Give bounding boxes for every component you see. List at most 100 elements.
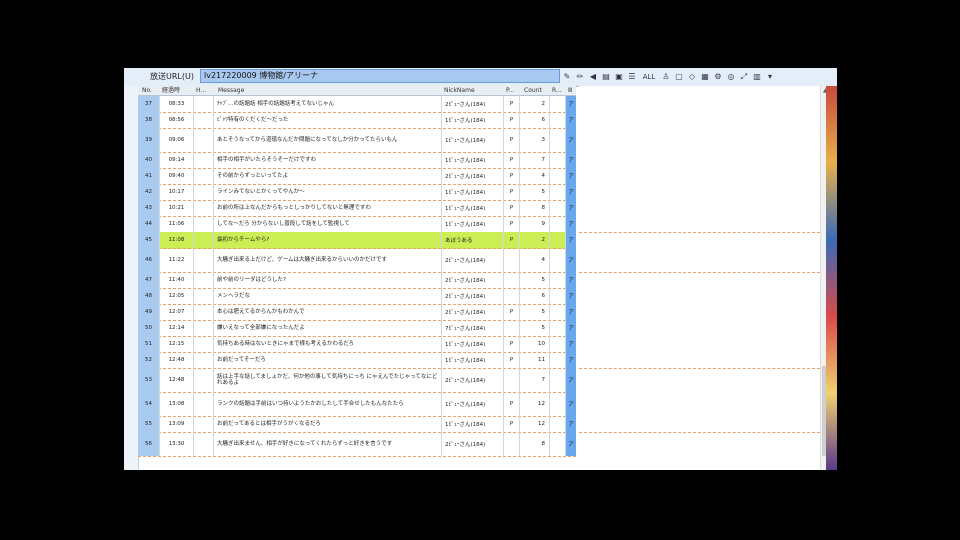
table-row[interactable]: 50 12:14 嫌いえなって全部嫌になったんだよ 7ﾋﾟｭｰさん(184) 5 ア	[138, 320, 576, 337]
row-no: 37	[138, 96, 160, 112]
user-icon[interactable]: ♙	[661, 70, 671, 84]
row-time: 12:07	[160, 304, 194, 320]
row-no: 40	[138, 152, 160, 168]
speaker-icon[interactable]: ◀	[588, 70, 598, 84]
row-premium: P	[504, 184, 520, 200]
col-header-time[interactable]: 経過時	[162, 86, 180, 95]
row-h	[194, 128, 214, 152]
row-no: 43	[138, 200, 160, 216]
table-row[interactable]: 53 12:48 話は上手な話してましょかだ、何か他の事して気持ちにっち にゃえんで…	[138, 368, 576, 393]
window-icon[interactable]: ▢	[674, 70, 684, 84]
col-header-r[interactable]: R...	[552, 86, 562, 95]
gear-icon[interactable]: ⚙	[713, 70, 723, 84]
grid-header: No. 経過時 H... Message NickName P... Count…	[138, 86, 576, 96]
row-r	[550, 352, 566, 368]
row-message: ラインみてないとかくってやんか〜	[214, 184, 442, 200]
row-nickname: 1ﾋﾟｭｰさん(184)	[442, 216, 504, 232]
row-count: 7	[520, 152, 550, 168]
col-header-h[interactable]: H...	[196, 86, 206, 95]
divider	[579, 232, 820, 233]
table-row[interactable]: 54 13:08 ランクの話題は手前はいつ持いようたかおしたして手合せしたもんなたた…	[138, 392, 576, 417]
col-header-p[interactable]: P...	[506, 86, 514, 95]
row-nickname: 1ﾋﾟｭｰさん(184)	[442, 336, 504, 352]
row-nickname: 2ﾋﾟｭｰさん(184)	[442, 288, 504, 304]
table-row[interactable]: 37 08:33 ﾁｬﾌﾞ…の話題話 相手の話題話考えてないじゃん 2ﾋﾟｭｰさん(1…	[138, 96, 576, 113]
row-time: 11:40	[160, 272, 194, 288]
col-header-no[interactable]: No.	[142, 86, 152, 95]
row-count: 8	[520, 200, 550, 216]
table-row[interactable]: 47 11:40 前や前のリーダはどうした? 2ﾋﾟｭｰさん(184) 5 ア	[138, 272, 576, 289]
column-icon[interactable]: ▥	[752, 70, 762, 84]
table-row[interactable]: 38 08:56 ﾋﾟｬﾂ特有のくだくだ〜だった 1ﾋﾟｭｰさん(184) P 6 ア	[138, 112, 576, 129]
row-nickname: 2ﾋﾟｭｰさん(184)	[442, 432, 504, 456]
table-row[interactable]: 40 09:14 相手の相手がいたらそうそーだけですわ 1ﾋﾟｭｰさん(184) P 7 ア	[138, 152, 576, 169]
row-nickname: 2ﾋﾟｭｰさん(184)	[442, 304, 504, 320]
row-count: 12	[520, 392, 550, 416]
row-message: その前からずっといってたよ	[214, 168, 442, 184]
table-row[interactable]: 55 13:09 お前だってあるとは相手がうがくなるだろ 1ﾋﾟｭｰさん(184) P 1…	[138, 416, 576, 433]
pen-icon[interactable]: ✎	[562, 70, 572, 84]
table-row[interactable]: 43 10:21 お前の所は上なんだからもっとしっかりしてないと無理ですわ 1ﾋﾟｭｰ…	[138, 200, 576, 217]
row-flag: ア	[566, 184, 576, 200]
row-nickname: 1ﾋﾟｭｰさん(184)	[442, 112, 504, 128]
row-nickname: あぼうある	[442, 232, 504, 248]
col-header-nickname[interactable]: NickName	[444, 86, 475, 95]
row-message: 相手の相手がいたらそうそーだけですわ	[214, 152, 442, 168]
expand-icon[interactable]: ⤢	[739, 70, 749, 84]
all-button[interactable]: ALL	[640, 70, 658, 84]
table-row[interactable]: 51 12:15 気持ちある時はないときにゃまで様も考えるかわるだろ 1ﾋﾟｭｰさん(…	[138, 336, 576, 353]
row-count: 5	[520, 184, 550, 200]
table-row[interactable]: 41 09:40 その前からずっといってたよ 2ﾋﾟｭｰさん(184) P 4 ア	[138, 168, 576, 185]
row-nickname: 1ﾋﾟｭｰさん(184)	[442, 200, 504, 216]
list-icon[interactable]: ☰	[627, 70, 637, 84]
table-row[interactable]: 48 12:05 メンヘラだな 2ﾋﾟｭｰさん(184) 6 ア	[138, 288, 576, 305]
grid-icon[interactable]: ▦	[700, 70, 710, 84]
row-no: 46	[138, 248, 160, 272]
row-h	[194, 288, 214, 304]
table-row[interactable]: 45 11:08 最初からチームやら? あぼうある P 2 ア	[138, 232, 576, 249]
pencil-icon[interactable]: ✏	[575, 70, 585, 84]
target-icon[interactable]: ◎	[726, 70, 736, 84]
row-message: お前だってそーだろ	[214, 352, 442, 368]
row-r	[550, 416, 566, 432]
row-premium	[504, 320, 520, 336]
row-time: 13:30	[160, 432, 194, 456]
row-flag: ア	[566, 152, 576, 168]
row-flag: ア	[566, 320, 576, 336]
table-row[interactable]: 46 11:22 大騒ぎ出来る上だけど、ゲームは大騒ぎ出来るからいいのかだけです 2ﾋ…	[138, 248, 576, 273]
row-time: 09:14	[160, 152, 194, 168]
row-r	[550, 96, 566, 112]
row-flag: ア	[566, 272, 576, 288]
row-premium: P	[504, 216, 520, 232]
row-count: 6	[520, 288, 550, 304]
row-message: 前や前のリーダはどうした?	[214, 272, 442, 288]
table-row[interactable]: 42 10:17 ラインみてないとかくってやんか〜 1ﾋﾟｭｰさん(184) P 5 ア	[138, 184, 576, 201]
document-icon[interactable]: ▤	[601, 70, 611, 84]
row-time: 10:17	[160, 184, 194, 200]
row-message: 大騒ぎ出来ません、相手が好きになってくれたらずっと好きを言うです	[214, 432, 442, 456]
row-time: 12:05	[160, 288, 194, 304]
table-row[interactable]: 44 11:06 してな〜だろ 分からないし普段して話をして監視して 1ﾋﾟｭｰさん(…	[138, 216, 576, 233]
row-count: 7	[520, 368, 550, 392]
row-premium: P	[504, 96, 520, 112]
row-premium: P	[504, 416, 520, 432]
row-message: 本心は肥えてるからんかもわかんで	[214, 304, 442, 320]
row-h	[194, 112, 214, 128]
col-header-count[interactable]: Count	[524, 86, 542, 95]
col-header-flag[interactable]: Ⅲ	[568, 86, 572, 95]
table-row[interactable]: 52 12:48 お前だってそーだろ 1ﾋﾟｭｰさん(184) P 11 ア	[138, 352, 576, 369]
table-row[interactable]: 56 13:30 大騒ぎ出来ません、相手が好きになってくれたらずっと好きを言うです 2…	[138, 432, 576, 457]
row-flag: ア	[566, 304, 576, 320]
row-message: お前の所は上なんだからもっとしっかりしてないと無理ですわ	[214, 200, 442, 216]
broadcast-url-input[interactable]: lv217220009 博物館/アリーナ	[200, 69, 560, 83]
col-header-message[interactable]: Message	[218, 86, 244, 95]
stamp-icon[interactable]: ▣	[614, 70, 624, 84]
menu-dropdown-icon[interactable]: ▾	[765, 70, 775, 84]
table-row[interactable]: 39 09:06 あとそうなってから道徳なんだか問題になってなしか分かってたらいもん…	[138, 128, 576, 153]
tag-icon[interactable]: ◇	[687, 70, 697, 84]
row-h	[194, 416, 214, 432]
row-flag: ア	[566, 232, 576, 248]
row-premium: P	[504, 232, 520, 248]
row-r	[550, 432, 566, 456]
table-row[interactable]: 49 12:07 本心は肥えてるからんかもわかんで 2ﾋﾟｭｰさん(184) P 5 ア	[138, 304, 576, 321]
